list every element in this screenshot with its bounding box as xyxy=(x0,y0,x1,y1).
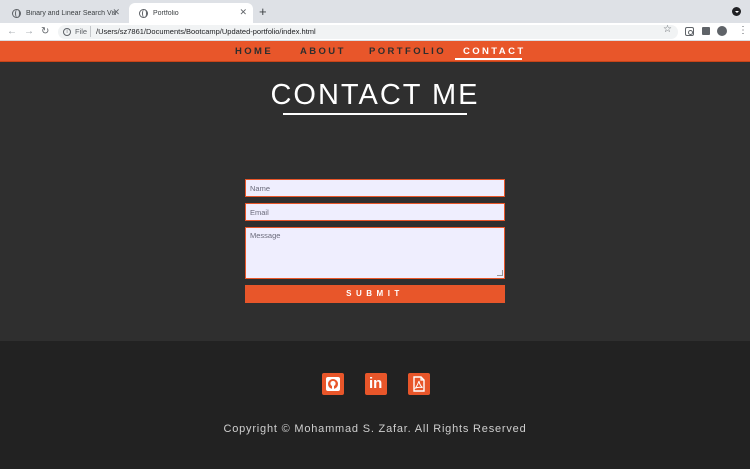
url-text[interactable]: /Users/sz7861/Documents/Bootcamp/Updated… xyxy=(96,27,316,36)
email-input[interactable] xyxy=(245,203,505,221)
title-underline xyxy=(283,113,467,115)
camera-icon[interactable] xyxy=(685,27,694,36)
tab-search-icon[interactable] xyxy=(732,7,741,16)
reload-icon[interactable]: ↻ xyxy=(41,25,49,39)
url-scheme-label: File xyxy=(75,27,88,36)
footer: in Copyright © Mohammad S. Zafar. All Ri… xyxy=(0,341,750,469)
active-nav-underline xyxy=(455,58,522,60)
resize-grip-icon[interactable] xyxy=(497,270,503,276)
copyright-text: Copyright © Mohammad S. Zafar. All Right… xyxy=(223,423,527,435)
browser-menu-icon[interactable]: ⋮ xyxy=(738,24,748,37)
submit-button[interactable]: SUBMIT xyxy=(245,285,505,303)
tab-title: Binary and Linear Search Visu xyxy=(26,9,116,17)
extensions-puzzle-icon[interactable] xyxy=(702,27,710,35)
nav-portfolio-link[interactable]: PORTFOLIO xyxy=(369,46,446,57)
site-navbar: HOME ABOUT PORTFOLIO CONTACT xyxy=(0,41,750,62)
tab-title: Portfolio xyxy=(153,9,179,17)
nav-home-link[interactable]: HOME xyxy=(235,46,273,57)
nav-contact-link[interactable]: CONTACT xyxy=(463,46,526,57)
name-input[interactable] xyxy=(245,179,505,197)
forward-arrow-icon[interactable]: → xyxy=(24,25,34,39)
browser-toolbar: ← → ↻ i File /Users/sz7861/Documents/Boo… xyxy=(0,23,750,41)
linkedin-glyph: in xyxy=(369,375,383,392)
bookmark-star-icon[interactable]: ☆ xyxy=(663,24,672,35)
browser-tab-portfolio[interactable]: Portfolio ✕ xyxy=(129,3,253,23)
browser-tab-search-visualizer[interactable]: Binary and Linear Search Visu ✕ xyxy=(2,3,126,23)
message-textarea[interactable] xyxy=(245,227,505,279)
new-tab-button[interactable]: + xyxy=(259,5,267,18)
contact-section: CONTACT ME SUBMIT xyxy=(0,62,750,341)
nav-about-link[interactable]: ABOUT xyxy=(300,46,346,57)
address-bar[interactable]: i File /Users/sz7861/Documents/Bootcamp/… xyxy=(58,25,678,39)
browser-tab-strip: Binary and Linear Search Visu ✕ Portfoli… xyxy=(0,0,750,23)
close-tab-icon[interactable]: ✕ xyxy=(112,7,120,17)
globe-icon xyxy=(139,8,148,18)
close-tab-icon[interactable]: ✕ xyxy=(239,7,247,17)
back-arrow-icon[interactable]: ← xyxy=(7,25,17,39)
profile-avatar-icon[interactable] xyxy=(717,26,727,36)
info-icon[interactable]: i xyxy=(63,28,71,36)
page-title: CONTACT ME xyxy=(270,79,480,111)
linkedin-icon[interactable]: in xyxy=(365,373,387,395)
url-divider xyxy=(90,26,91,37)
pdf-resume-icon[interactable] xyxy=(408,373,430,395)
github-icon[interactable] xyxy=(322,373,344,395)
globe-icon xyxy=(12,8,21,18)
